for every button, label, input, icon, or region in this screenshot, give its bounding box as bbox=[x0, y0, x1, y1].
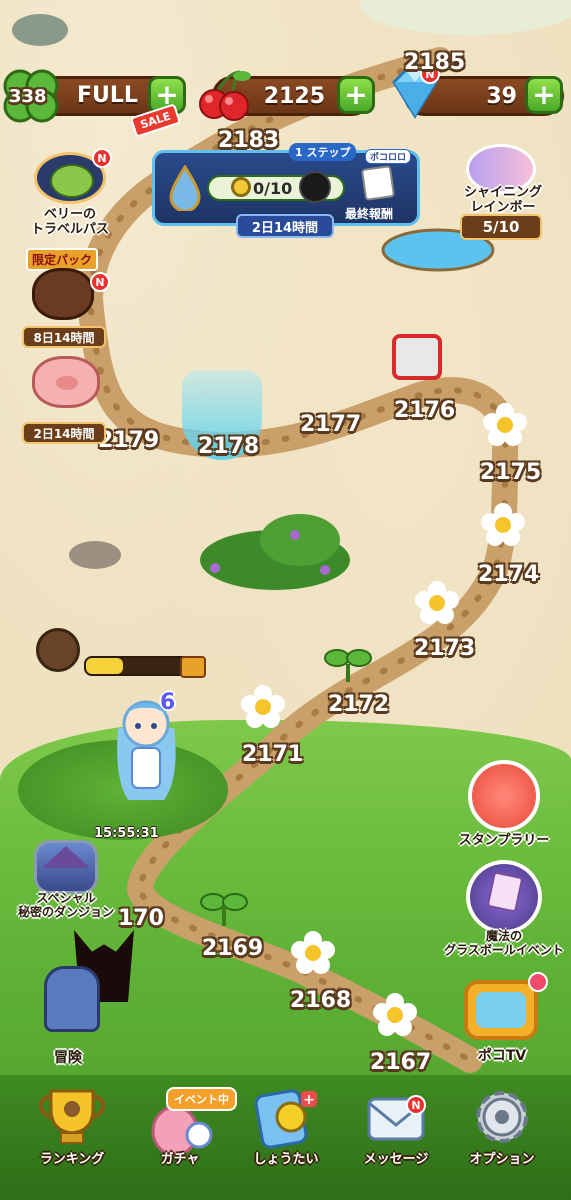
piggy-bank-timer: 2日14時間 bbox=[22, 422, 106, 444]
event-timer: 2日14時間 bbox=[236, 214, 334, 238]
level-2169[interactable]: 2169 bbox=[202, 936, 263, 961]
flower-icon bbox=[483, 403, 527, 446]
shining-rainbow-progress: 5/10 bbox=[460, 214, 542, 240]
water-drop-icon bbox=[167, 164, 203, 213]
tv-screen-icon bbox=[476, 992, 526, 1028]
invite-friend-icon: + bbox=[254, 1089, 317, 1149]
pig-nose-icon bbox=[56, 376, 78, 390]
options-button[interactable]: オプション bbox=[452, 1085, 552, 1185]
limited-pack-new-badge: N bbox=[90, 272, 110, 292]
level-2167[interactable]: 2167 bbox=[370, 1050, 431, 1075]
poko-tv-button[interactable] bbox=[456, 972, 552, 1048]
ranking-button[interactable]: ランキング bbox=[22, 1085, 122, 1185]
flower-icon bbox=[373, 993, 417, 1036]
level-2174[interactable]: 2174 bbox=[478, 562, 539, 587]
ranking-label: ランキング bbox=[39, 1152, 105, 1167]
level-2179[interactable]: 2179 bbox=[98, 428, 159, 453]
chest-progress-bar[interactable] bbox=[84, 656, 194, 676]
cherry-icon bbox=[196, 68, 252, 122]
gacha-label: ガチャ bbox=[160, 1152, 200, 1167]
message-new-badge: N bbox=[406, 1095, 426, 1115]
reward-card-icon bbox=[360, 165, 396, 201]
scroll-icon[interactable] bbox=[36, 628, 80, 672]
envelope-icon bbox=[367, 1097, 425, 1141]
level-2171[interactable]: 2171 bbox=[242, 742, 303, 767]
flower-icon bbox=[481, 503, 525, 546]
level-2170[interactable]: 170 bbox=[118, 906, 164, 931]
options-label: オプション bbox=[469, 1152, 535, 1167]
level-2177[interactable]: 2177 bbox=[300, 412, 361, 437]
message-label: メッセージ bbox=[363, 1152, 429, 1167]
lives-status: FULL bbox=[77, 83, 138, 108]
magic-glassball-button[interactable] bbox=[456, 860, 552, 940]
bomb-icon bbox=[299, 171, 331, 203]
sprout-icon bbox=[324, 649, 372, 682]
boss-portrait-icon bbox=[392, 334, 442, 380]
level-2173[interactable]: 2173 bbox=[414, 636, 475, 661]
frog-icon bbox=[50, 164, 94, 198]
level-2176[interactable]: 2176 bbox=[394, 398, 455, 423]
adventure-label: 冒険 bbox=[54, 1050, 82, 1066]
trophy-icon bbox=[38, 1089, 106, 1144]
poko-tv-label: ポコTV bbox=[477, 1048, 527, 1064]
treasure-chest-icon bbox=[180, 656, 206, 678]
sprout-icon bbox=[200, 893, 248, 926]
player-level-badge: 6 bbox=[160, 690, 176, 715]
level-2175[interactable]: 2175 bbox=[480, 460, 541, 485]
level-2172[interactable]: 2172 bbox=[328, 692, 389, 717]
svg-text:+: + bbox=[303, 1092, 315, 1108]
stamp-rally-label: スタンプラリー bbox=[458, 833, 550, 848]
reward-tag: ポコロロ bbox=[365, 149, 412, 164]
stamp-rally-button[interactable] bbox=[456, 760, 552, 840]
shining-rainbow-label: シャイニング レインボー bbox=[463, 185, 542, 215]
gear-icon bbox=[476, 1091, 528, 1143]
add-gems-button[interactable]: + bbox=[525, 76, 563, 114]
travel-pass-new-badge: N bbox=[92, 148, 112, 168]
special-dungeon-label: スペシャル 秘密のダンジョン bbox=[17, 891, 114, 919]
piggy-bank-button[interactable] bbox=[22, 352, 112, 418]
step-label: 1 ステップ bbox=[289, 143, 357, 161]
magic-glassball-label: 魔法の グラスボールイベント bbox=[444, 929, 564, 957]
cherries-count: 2125 bbox=[263, 83, 325, 109]
invite-button[interactable]: + しょうたい bbox=[236, 1085, 336, 1185]
reward-label: 最終報酬 bbox=[345, 207, 394, 221]
special-dungeon-timer: 15:55:31 bbox=[94, 826, 159, 841]
add-cherries-button[interactable]: + bbox=[337, 76, 375, 114]
flower-icon bbox=[415, 581, 459, 624]
gems-count: 39 bbox=[486, 83, 517, 109]
heart-icon bbox=[528, 972, 548, 992]
level-2185[interactable]: 2185 bbox=[404, 50, 465, 75]
tower-icon bbox=[44, 966, 100, 1032]
dog-icon bbox=[32, 268, 94, 320]
travel-pass-label: ベリーの トラベルパス bbox=[30, 207, 109, 237]
gacha-event-tag: イベント中 bbox=[166, 1087, 237, 1111]
flower-icon bbox=[291, 931, 335, 974]
gacha-button[interactable]: イベント中 ガチャ bbox=[130, 1085, 237, 1185]
lives-count: 338 bbox=[9, 86, 47, 107]
limited-pack-timer: 8日14時間 bbox=[22, 326, 106, 348]
level-2178[interactable]: 2178 bbox=[198, 434, 259, 459]
stamp-rally-icon bbox=[468, 760, 540, 832]
chest-progress-fill bbox=[86, 658, 124, 674]
adventure-button[interactable] bbox=[30, 930, 140, 1040]
event-progress-text: 0/10 bbox=[253, 179, 293, 198]
level-2168[interactable]: 2168 bbox=[290, 988, 351, 1013]
coin-icon bbox=[231, 177, 251, 197]
message-button[interactable]: N メッセージ bbox=[346, 1085, 446, 1185]
invite-label: しょうたい bbox=[253, 1152, 319, 1167]
flower-icon bbox=[241, 685, 285, 728]
